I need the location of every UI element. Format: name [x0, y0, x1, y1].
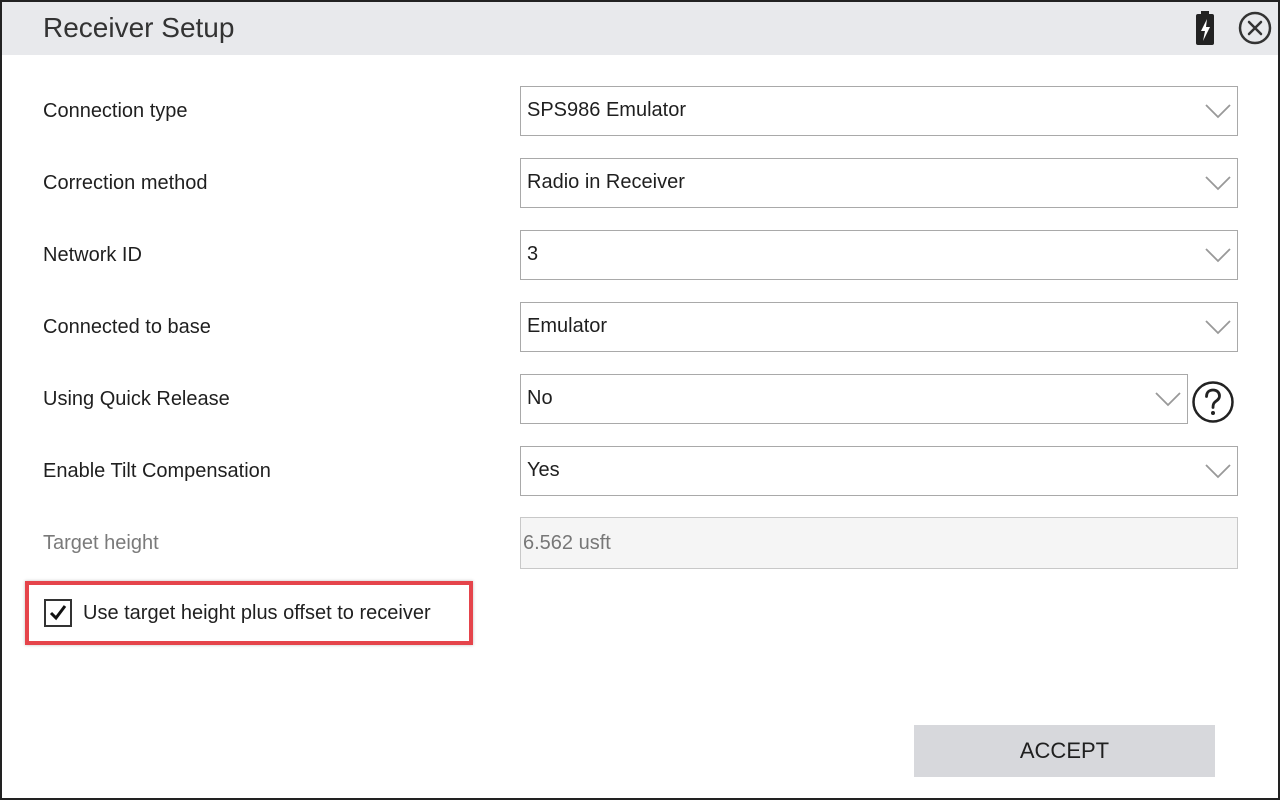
network-id-value: 3 [527, 243, 539, 265]
tilt-compensation-value: Yes [527, 459, 560, 481]
connection-type-value: SPS986 Emulator [527, 99, 686, 121]
checkmark-icon [49, 605, 67, 621]
title-bar: Receiver Setup [2, 2, 1278, 55]
connection-type-label: Connection type [43, 100, 188, 122]
connected-to-base-label: Connected to base [43, 316, 211, 338]
chevron-down-icon [1155, 392, 1181, 407]
chevron-down-icon [1205, 464, 1231, 479]
chevron-down-icon [1205, 320, 1231, 335]
correction-method-label: Correction method [43, 172, 208, 194]
target-height-field: 6.562 usft [520, 517, 1238, 569]
receiver-setup-dialog: Receiver Setup Connection type SPS986 Em… [0, 0, 1280, 800]
correction-method-value: Radio in Receiver [527, 171, 685, 193]
quick-release-dropdown[interactable]: No [520, 374, 1188, 424]
chevron-down-icon [1205, 176, 1231, 191]
quick-release-label: Using Quick Release [43, 388, 230, 410]
target-height-offset-checkbox[interactable] [44, 599, 72, 627]
close-icon[interactable] [1238, 11, 1272, 45]
tilt-compensation-dropdown[interactable]: Yes [520, 446, 1238, 496]
quick-release-value: No [527, 387, 553, 409]
connected-to-base-value: Emulator [527, 315, 608, 337]
tilt-compensation-label: Enable Tilt Compensation [43, 460, 271, 482]
target-height-value: 6.562 usft [523, 532, 611, 554]
target-height-label: Target height [43, 532, 159, 554]
chevron-down-icon [1205, 104, 1231, 119]
chevron-down-icon [1205, 248, 1231, 263]
network-id-label: Network ID [43, 244, 142, 266]
dialog-title: Receiver Setup [43, 12, 235, 43]
accept-button[interactable]: ACCEPT [914, 725, 1215, 777]
target-height-offset-label[interactable]: Use target height plus offset to receive… [83, 602, 431, 625]
connection-type-dropdown[interactable]: SPS986 Emulator [520, 86, 1238, 136]
network-id-dropdown[interactable]: 3 [520, 230, 1238, 280]
correction-method-dropdown[interactable]: Radio in Receiver [520, 158, 1238, 208]
battery-charging-icon [1196, 11, 1214, 45]
help-icon[interactable] [1191, 380, 1235, 424]
connected-to-base-dropdown[interactable]: Emulator [520, 302, 1238, 352]
